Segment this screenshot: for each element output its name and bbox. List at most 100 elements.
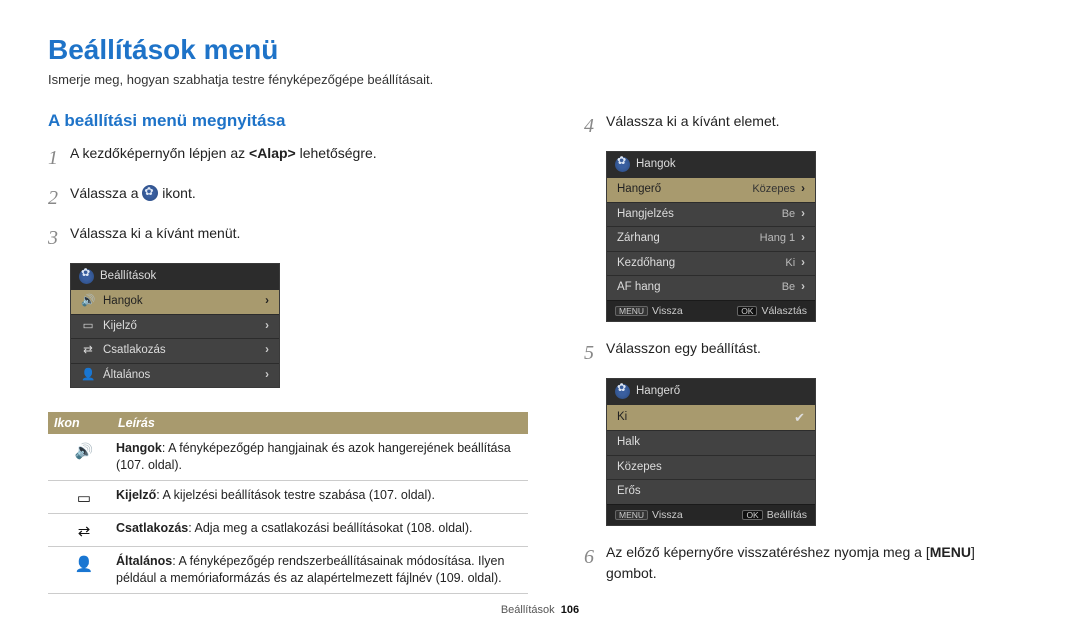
chevron-right-icon: › (801, 257, 805, 269)
step-2: 2 Válassza a ikont. (48, 183, 528, 213)
lcd-row-shutter[interactable]: ZárhangHang 1› (607, 226, 815, 251)
lcd-row-label: Erős (617, 486, 641, 498)
lcd-sound-title: Hangok (636, 159, 676, 171)
chevron-right-icon: › (801, 208, 805, 220)
step-4: 4 Válassza ki a kívánt elemet. (584, 111, 1024, 141)
lcd-row-startup[interactable]: Kezdőhang Ki › (607, 251, 815, 276)
display-icon: ▭ (81, 321, 95, 333)
lcd-row-label: Zárhang (617, 233, 660, 245)
chevron-right-icon: › (801, 183, 805, 195)
step-2-post: ikont. (162, 185, 195, 201)
icon-description-table: Ikon Leírás 🔊Hangok: A fényképezőgép han… (48, 412, 528, 594)
lcd-row-value: Közepes (752, 183, 795, 195)
menu-btn-icon: MENU (615, 306, 648, 317)
row-desc: : A fényképezőgép hangjainak és azok han… (116, 441, 511, 472)
gear-icon (615, 384, 630, 399)
lcd-row-label: Csatlakozás (103, 345, 166, 357)
lcd-row-low[interactable]: Halk (607, 430, 815, 455)
lcd-settings-panel: Beállítások 🔊 Hangok › ▭ Kijelző › ⇄ Csatlakozá… (70, 263, 280, 388)
table-header-icon: Ikon (54, 416, 118, 430)
back-label: Vissza (652, 509, 683, 521)
row-bold: Kijelző (116, 488, 156, 502)
lcd-row-label: Általános (103, 370, 150, 382)
page-footer: Beállítások 106 (0, 604, 1080, 616)
lcd-settings-title: Beállítások (100, 271, 156, 283)
gear-icon (615, 157, 630, 172)
step-2-pre: Válassza a (70, 185, 142, 201)
step-5-text: Válasszon egy beállítást. (606, 338, 761, 368)
menu-btn-icon: MENU (615, 510, 648, 521)
lcd-sound-panel: Hangok HangerőKözepes›HangjelzésBe›Zárha… (606, 151, 816, 322)
lcd-volume-title: Hangerő (636, 386, 680, 398)
lcd-row-label: Ki (617, 412, 627, 424)
step-1: 1 A kezdőképernyőn lépjen az <Alap> lehe… (48, 143, 528, 173)
row-desc: : A fényképezőgép rendszerbeállításainak… (116, 554, 504, 585)
lcd-row-display[interactable]: ▭ Kijelző › (71, 314, 279, 339)
lcd-row-label: Hangerő (617, 184, 661, 196)
step-3-text: Válassza ki a kívánt menüt. (70, 223, 240, 253)
back-label: Vissza (652, 305, 683, 317)
step-1-text-pre: A kezdőképernyőn lépjen az (70, 145, 249, 161)
step-5: 5 Válasszon egy beállítást. (584, 338, 1024, 368)
footer-section: Beállítások (501, 604, 555, 616)
step-1-text-post: lehetőségre. (296, 145, 377, 161)
table-row: ▭ Kijelző: A kijelzési beállítások testre… (48, 481, 528, 514)
step-6: 6 Az előző képernyőre visszatéréshez nyo… (584, 542, 1024, 584)
lcd-row-sound[interactable]: 🔊 Hangok › (71, 289, 279, 314)
select-label: Választás (761, 305, 807, 317)
table-row: 👤 Általános: A fényképezőgép rendszerbeál… (48, 547, 528, 594)
chevron-right-icon: › (801, 232, 805, 244)
chevron-right-icon: › (265, 370, 269, 382)
general-icon: 👤 (81, 370, 95, 382)
row-icon: ⇄ (78, 522, 91, 540)
check-icon: ✔ (794, 411, 805, 424)
lcd-row-high[interactable]: Erős (607, 479, 815, 504)
lcd-row-label: AF hang (617, 282, 660, 294)
row-icon: ▭ (77, 489, 91, 507)
step-4-text: Válassza ki a kívánt elemet. (606, 111, 780, 141)
step-3: 3 Válassza ki a kívánt menüt. (48, 223, 528, 253)
set-label: Beállítás (767, 509, 807, 521)
lcd-row-general[interactable]: 👤 Általános › (71, 363, 279, 388)
lcd-row-label: Kijelző (103, 321, 137, 333)
row-desc: : Adja meg a csatlakozási beállításokat … (188, 521, 472, 535)
chevron-right-icon: › (265, 345, 269, 357)
lcd-row-label: Hangjelzés (617, 209, 674, 221)
row-bold: Általános (116, 554, 172, 568)
ok-btn-icon: OK (737, 306, 757, 317)
lcd-row-af[interactable]: AF hang Be › (607, 275, 815, 300)
lcd-row-value: Ki (785, 257, 795, 269)
lcd-row-value: Be (782, 281, 795, 293)
lcd-row-label: Kezdőhang (617, 258, 675, 270)
connect-icon: ⇄ (81, 345, 95, 357)
lcd-volume-panel: Hangerő Ki✔HalkKözepesErős MENUVissza OK… (606, 378, 816, 526)
intro-text: Ismerje meg, hogyan szabhatja testre fén… (48, 72, 1032, 87)
page-title: Beállítások menü (48, 34, 1032, 66)
gear-icon (142, 185, 158, 201)
lcd-row-connect[interactable]: ⇄ Csatlakozás › (71, 338, 279, 363)
lcd-row-medium[interactable]: Közepes (607, 455, 815, 480)
section-title: A beállítási menü megnyitása (48, 111, 528, 131)
row-desc: : A kijelzési beállítások testre szabása… (156, 488, 435, 502)
lcd-row-beep[interactable]: Hangjelzés Be › (607, 202, 815, 227)
table-row: ⇄ Csatlakozás: Adja meg a csatlakozási be… (48, 514, 528, 547)
step-6-menu: MENU (930, 544, 971, 560)
lcd-row-label: Hangok (103, 296, 143, 308)
row-bold: Hangok (116, 441, 162, 455)
row-icon: 👤 (75, 555, 94, 573)
footer-page: 106 (561, 604, 579, 616)
chevron-right-icon: › (265, 296, 269, 308)
step-6-pre: Az előző képernyőre visszatéréshez nyomj… (606, 544, 930, 560)
table-header-desc: Leírás (118, 416, 155, 430)
row-bold: Csatlakozás (116, 521, 188, 535)
sound-icon: 🔊 (81, 296, 95, 308)
lcd-row-off[interactable]: Ki ✔ (607, 404, 815, 430)
lcd-row-volume[interactable]: Hangerő Közepes › (607, 177, 815, 202)
lcd-row-label: Közepes (617, 462, 662, 474)
table-row: 🔊Hangok: A fényképezőgép hangjainak és a… (48, 434, 528, 481)
gear-icon (79, 269, 94, 284)
chevron-right-icon: › (801, 281, 805, 293)
chevron-right-icon: › (265, 321, 269, 333)
step-1-bold: <Alap> (249, 145, 296, 161)
lcd-row-value: Be (782, 208, 795, 220)
